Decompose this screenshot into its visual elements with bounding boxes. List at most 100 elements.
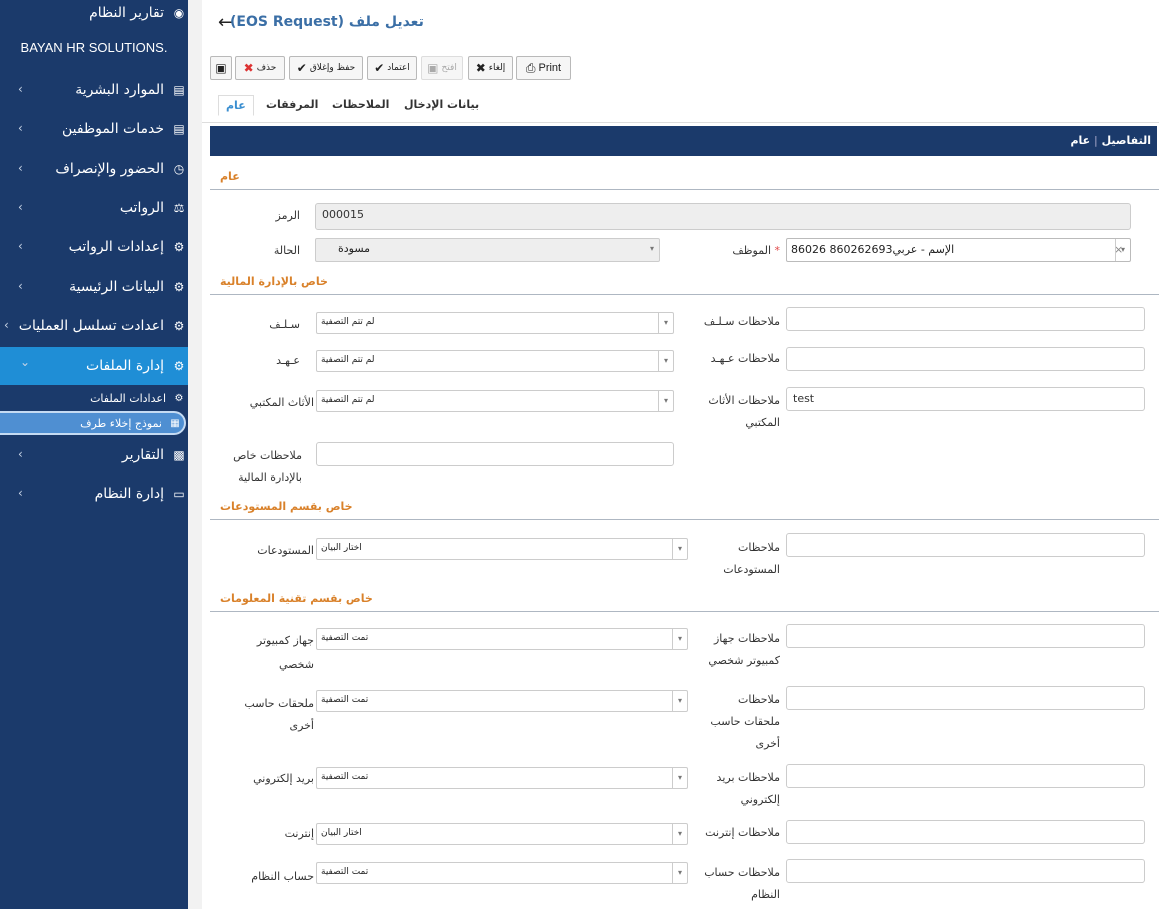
tab-general[interactable]: عام (218, 95, 254, 116)
sidebar-item-label: إدارة النظام (94, 486, 164, 502)
chevron-down-icon: ▾ (1115, 239, 1130, 261)
save-close-button[interactable]: ✔ حفظ وإغلاق (289, 56, 363, 80)
sidebar-item-payroll[interactable]: ⚖ الرواتب ‹ (0, 189, 188, 227)
sidebar-item-label: الحضور والإنصراف (55, 161, 164, 177)
sidebar-subitem-clearance-form[interactable]: ▦ نموذج إخلاء طرف (0, 411, 186, 435)
sidebar-item-label: الموارد البشرية (75, 82, 164, 98)
warehouse-select[interactable]: اختار البيان ▾ (316, 538, 688, 560)
delete-label: حذف (256, 63, 277, 73)
system-account-label: حساب النظام (251, 870, 314, 883)
tab-entry-data[interactable]: بيانات الإدخال (404, 98, 479, 111)
employee-select[interactable]: × 86026 860262693الإسم - عربي ▾ (786, 238, 1131, 262)
email-value: تمت التصفية (321, 772, 369, 782)
email-select[interactable]: تمت التصفية ▾ (316, 767, 688, 789)
sidebar-item-label: إعدادات الرواتب (68, 239, 164, 255)
finance-notes-label-1: ملاحظات خاص (233, 449, 302, 462)
pc-notes-field[interactable] (786, 624, 1145, 648)
accessories-value: تمت التصفية (321, 695, 369, 705)
warehouse-value: اختار البيان (321, 543, 362, 553)
internet-select[interactable]: اختار البيان ▾ (316, 823, 688, 845)
section-title: خاص بقسم المستودعات (220, 500, 353, 513)
chevron-left-icon: ‹ (4, 318, 9, 332)
custody-label: عـهـد (276, 354, 300, 367)
chevron-left-icon: ‹ (18, 82, 23, 96)
print-button[interactable]: ⎙ Print (516, 56, 571, 80)
sidebar-item-system-admin[interactable]: ▭ إدارة النظام ‹ (0, 475, 188, 513)
accessories-label-1: ملحقات حاسب (244, 697, 314, 710)
accessories-select[interactable]: تمت التصفية ▾ (316, 690, 688, 712)
accessories-notes-label-3: أخرى (755, 737, 780, 750)
furniture-notes-label-1: ملاحظات الأثاث (708, 394, 780, 407)
accessories-label-2: أخرى (289, 719, 314, 732)
cogs-icon: ⚙ (174, 392, 184, 404)
system-account-notes-field[interactable] (786, 859, 1145, 883)
finance-notes-label-2: بالإدارة المالية (238, 471, 302, 484)
close-icon: ✖ (475, 61, 486, 75)
check-circle-icon: ✔ (374, 61, 385, 75)
sidebar-item-workflow-settings[interactable]: ⚙ اعدادت تسلسل العمليات ‹ (0, 307, 188, 345)
accessories-notes-field[interactable] (786, 686, 1145, 710)
internet-value: اختار البيان (321, 828, 362, 838)
advance-notes-label: ملاحظات سـلـف (703, 315, 780, 328)
sidebar-subitem-file-settings[interactable]: ⚙ اعدادات الملفات (0, 386, 188, 410)
sidebar-item-employee-services[interactable]: ▤ خدمات الموظفين ‹ (0, 110, 188, 148)
save-close-label: حفظ وإغلاق (309, 63, 356, 73)
sidebar-item-hr[interactable]: ▤ الموارد البشرية ‹ (0, 71, 188, 109)
details-bar: التفاصيل | عام (210, 126, 1157, 156)
chevron-left-icon: ‹ (18, 239, 23, 253)
save-button[interactable]: ▣ (210, 56, 232, 80)
scale-icon: ⚖ (173, 201, 185, 215)
sidebar-item-master-data[interactable]: ⚙ البيانات الرئيسية ‹ (0, 268, 188, 306)
chevron-left-icon: ‹ (18, 279, 23, 293)
sidebar-subitem-label: اعدادات الملفات (90, 391, 166, 405)
sidebar-item-payroll-settings[interactable]: ⚙ إعدادات الرواتب ‹ (0, 228, 188, 266)
sidebar-item-label: تقارير النظام (89, 5, 164, 21)
custody-notes-field[interactable] (786, 347, 1145, 371)
chevron-down-icon: ▾ (658, 313, 673, 333)
pc-label-1: جهاز كمبيوتر (256, 634, 314, 647)
sidebar-subitem-label: نموذج إخلاء طرف (80, 416, 162, 430)
warehouse-notes-label-1: ملاحظات (738, 541, 780, 554)
finance-notes-field[interactable] (316, 442, 674, 466)
open-label: افتح (441, 63, 457, 73)
chevron-left-icon: ‹ (18, 161, 23, 175)
furniture-notes-field[interactable]: test (786, 387, 1145, 411)
custody-select[interactable]: لم تتم التصفية ▾ (316, 350, 674, 372)
id-card-icon: ▤ (173, 122, 185, 136)
sidebar-item-label: التقارير (121, 447, 164, 463)
sidebar-item-label: الرواتب (119, 200, 164, 216)
sidebar-item-label: البيانات الرئيسية (69, 279, 164, 295)
tab-bar: بيانات الإدخال الملاحظات المرفقات عام (202, 95, 1159, 123)
sidebar-item-reports[interactable]: ▩ التقارير ‹ (0, 436, 188, 474)
open-button[interactable]: ▣ افتح (421, 56, 463, 80)
warehouse-notes-field[interactable] (786, 533, 1145, 557)
sidebar-item-attendance[interactable]: ◷ الحضور والإنصراف ‹ (0, 150, 188, 188)
internet-notes-field[interactable] (786, 820, 1145, 844)
check-circle-icon: ✔ (296, 61, 307, 75)
tab-attachments[interactable]: المرفقات (266, 98, 318, 111)
code-label: الرمز (275, 209, 300, 222)
advance-select[interactable]: لم تتم التصفية ▾ (316, 312, 674, 334)
internet-notes-label: ملاحظات إنترنت (705, 826, 780, 839)
code-field[interactable]: 000015 (315, 203, 1131, 230)
advance-value: لم تتم التصفية (321, 317, 375, 327)
status-select[interactable]: مسودة ▾ (315, 238, 660, 262)
sidebar-item-system-reports[interactable]: ◉ تقارير النظام (0, 0, 188, 32)
employee-label: * الموظف (702, 240, 780, 262)
cancel-button[interactable]: ✖ إلغاء (468, 56, 513, 80)
approve-button[interactable]: ✔ اعتماد (367, 56, 417, 80)
chevron-left-icon: ‹ (18, 200, 23, 214)
monitor-icon: ▭ (173, 487, 185, 501)
furniture-select[interactable]: لم تتم التصفية ▾ (316, 390, 674, 412)
tab-notes[interactable]: الملاحظات (332, 98, 389, 111)
email-notes-field[interactable] (786, 764, 1145, 788)
approve-label: اعتماد (387, 63, 410, 73)
delete-button[interactable]: ✖ حذف (235, 56, 285, 80)
pc-select[interactable]: تمت التصفية ▾ (316, 628, 688, 650)
pc-label-2: شخصي (278, 658, 314, 671)
sidebar-item-file-management[interactable]: ⚙ إدارة الملفات ⌄ (0, 347, 188, 385)
advance-notes-field[interactable] (786, 307, 1145, 331)
system-account-select[interactable]: تمت التصفية ▾ (316, 862, 688, 884)
chevron-left-icon: ‹ (18, 447, 23, 461)
close-icon: ✖ (243, 61, 254, 75)
